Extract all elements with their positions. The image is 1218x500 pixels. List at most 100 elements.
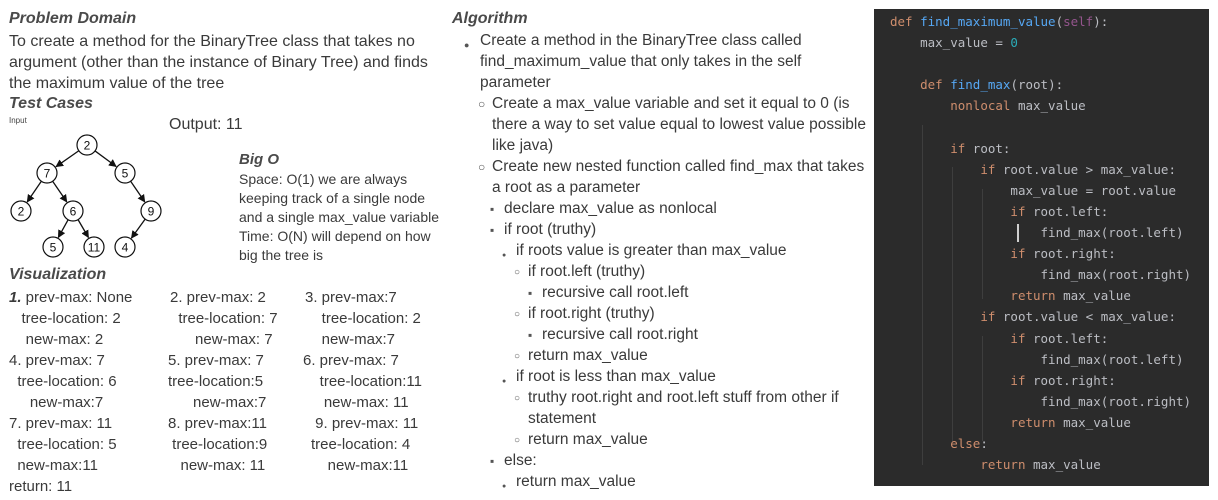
- code-line: if root.value < max_value:: [890, 309, 1176, 324]
- code-line: if root.left:: [890, 204, 1108, 219]
- vis-step-location: tree-location: 4: [311, 436, 411, 453]
- vis-step-1: 1. prev-max: None: [9, 287, 132, 308]
- algorithm-item: ▪ recursive call root.right: [528, 324, 874, 345]
- bullet-disc-icon: ●: [464, 40, 470, 50]
- algorithm-item-text: if root (truthy): [504, 221, 597, 238]
- code-line: if root.right:: [890, 246, 1115, 262]
- code-line: find_max(root.left): [890, 352, 1184, 367]
- big-o-line: Space: O(1) we are always: [239, 171, 408, 187]
- vis-step-location: tree-location: 7: [170, 310, 278, 327]
- vis-step-location: tree-location:5: [168, 373, 264, 390]
- bullet-square-icon: ▪: [490, 454, 495, 468]
- code-line: if root:: [890, 141, 1010, 156]
- code-line: find_max(root.right): [890, 394, 1192, 409]
- bullet-disc-icon: ●: [502, 252, 507, 259]
- input-label: Input: [9, 116, 27, 125]
- vis-step-new: new-max:7: [9, 394, 104, 411]
- algorithm-item: ● if roots value is greater than max_valu…: [502, 240, 874, 261]
- tree-node: 9: [140, 200, 162, 222]
- code-token: 0: [1010, 35, 1018, 51]
- vis-step-new: new-max: 11: [303, 394, 409, 411]
- vis-step-new: new-max: 2: [9, 331, 104, 348]
- bullet-circle-icon: ○: [514, 351, 521, 362]
- code-line: find_max(root.left): [890, 225, 1184, 240]
- code-token: if: [1010, 246, 1033, 262]
- algorithm-heading: Algorithm: [452, 10, 528, 27]
- test-cases-heading: Test Cases: [9, 95, 93, 112]
- code-token: root:: [972, 140, 1011, 156]
- algorithm-item-text: Create a method in the BinaryTree class …: [480, 32, 802, 91]
- algorithm-list: ● Create a method in the BinaryTree class…: [464, 30, 874, 492]
- code-token: find_max(root.left): [1040, 351, 1184, 367]
- algorithm-item: ▪ recursive call root.left: [528, 282, 874, 303]
- code-token: if: [1010, 203, 1033, 219]
- algorithm-item-text: declare max_value as nonlocal: [504, 200, 717, 217]
- tree-node-label: 6: [70, 205, 77, 219]
- vis-step-number: 1.: [9, 289, 22, 306]
- code-token: ):: [1093, 14, 1109, 29]
- algorithm-item-text: else:: [504, 452, 537, 469]
- vis-step-new: new-max: 7: [170, 331, 273, 348]
- algorithm-item: ▪ else:: [490, 450, 874, 471]
- vis-step-prev: prev-max: None: [21, 289, 133, 306]
- big-o-line: keeping track of a single node: [239, 190, 426, 206]
- code-token: if: [950, 140, 973, 156]
- code-token: nonlocal: [950, 98, 1018, 114]
- tree-edge-arrow: [130, 218, 146, 239]
- code-token: find_max: [950, 77, 1011, 93]
- tree-edge-arrow: [55, 150, 80, 168]
- tree-edge-arrow: [52, 180, 68, 203]
- algorithm-item-text: Create a max_value variable and set it e…: [492, 95, 866, 154]
- big-o-line: Time: O(N) will depend on how: [239, 228, 431, 244]
- tree-node-label: 5: [122, 167, 129, 181]
- vis-return: return: 11: [9, 478, 73, 495]
- bullet-disc-icon: ●: [502, 378, 507, 385]
- vis-step-prev: 7. prev-max: 11: [9, 415, 113, 432]
- vis-step-location: tree-location: 6: [9, 373, 117, 390]
- bullet-circle-icon: ○: [514, 267, 521, 278]
- code-token: max_value: [1033, 457, 1101, 473]
- code-token: max_value =: [920, 35, 1011, 51]
- algorithm-item-text: if roots value is greater than max_value: [516, 242, 787, 259]
- bullet-square-icon: ▪: [528, 286, 533, 300]
- code-token: :: [980, 436, 988, 451]
- vis-step-location: tree-location: 2: [9, 310, 121, 327]
- problem-domain-heading: Problem Domain: [9, 10, 137, 27]
- text-cursor: [1017, 224, 1019, 242]
- algorithm-item: ▪ if root (truthy): [490, 219, 874, 240]
- big-o-line: and a single max_value variable: [239, 209, 440, 225]
- code-line: return max_value: [890, 457, 1101, 473]
- algorithm-item: ○ return max_value: [514, 345, 874, 366]
- code-token: max_value: [1063, 414, 1131, 430]
- tree-node-label: 2: [84, 139, 91, 153]
- code-line: nonlocal max_value: [890, 98, 1085, 114]
- vis-step-prev: 9. prev-max: 11: [311, 415, 419, 432]
- tree-edge-arrow: [57, 219, 69, 239]
- tree-node-label: 2: [18, 205, 25, 219]
- bullet-circle-icon: ○: [514, 435, 521, 446]
- code-token: root.right:: [1033, 372, 1116, 388]
- vis-step-new: new-max:7: [168, 394, 267, 411]
- algorithm-item: ● return max_value: [502, 471, 874, 492]
- algorithm-item-text: return max_value: [528, 347, 648, 364]
- tree-node-label: 7: [44, 167, 51, 181]
- bullet-circle-icon: ○: [514, 309, 521, 320]
- code-token: (root):: [1010, 77, 1064, 93]
- algorithm-item-text: if root.right (truthy): [528, 305, 655, 322]
- code-line: max_value = root.value: [890, 183, 1176, 198]
- tree-node-label: 9: [148, 205, 155, 219]
- code-editor[interactable]: def find_maximum_value(self): max_value …: [874, 9, 1209, 486]
- code-token: if: [980, 309, 1003, 325]
